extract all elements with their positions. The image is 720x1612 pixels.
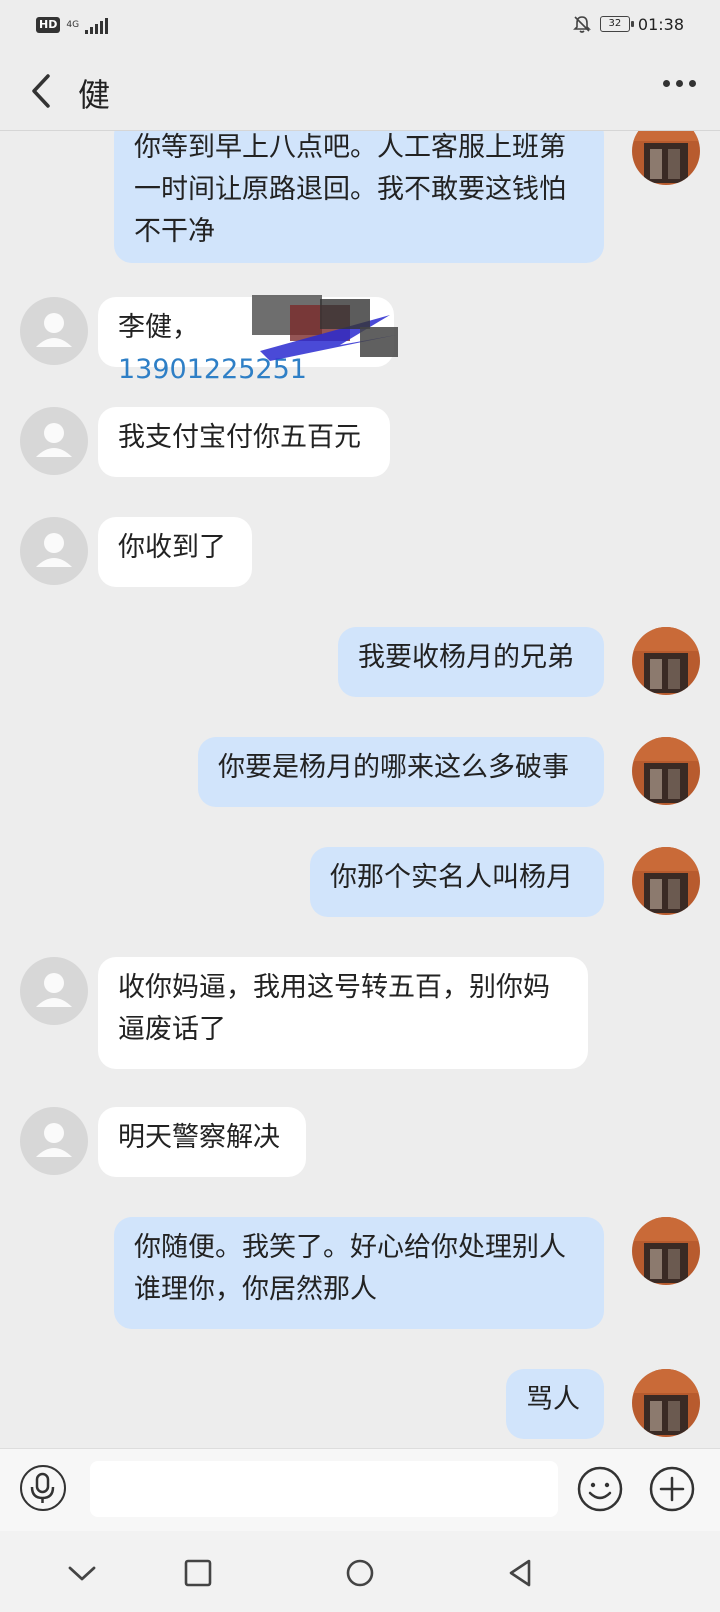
status-left: HD 4G xyxy=(36,16,109,34)
message-bubble[interactable]: 骂人 xyxy=(506,1369,604,1439)
microphone-icon[interactable] xyxy=(20,1465,66,1511)
smiley-icon[interactable] xyxy=(576,1465,624,1513)
more-horizontal-icon[interactable] xyxy=(663,80,696,87)
message-bubble[interactable]: 你要是杨月的哪来这么多破事 xyxy=(198,737,604,807)
input-bar xyxy=(0,1448,720,1531)
message-text: 我支付宝付你五百元 xyxy=(118,422,361,453)
contact-avatar[interactable] xyxy=(20,957,88,1025)
contact-avatar[interactable] xyxy=(20,407,88,475)
chat-header: 健 xyxy=(0,52,720,131)
status-right: 32 01:38 xyxy=(572,14,684,34)
bell-muted-icon xyxy=(572,16,591,33)
system-nav-bar xyxy=(0,1531,720,1612)
signal-icon xyxy=(85,16,109,34)
my-avatar[interactable] xyxy=(632,627,700,695)
plus-icon[interactable] xyxy=(648,1465,696,1513)
message-bubble[interactable]: 明天警察解决 xyxy=(98,1107,306,1177)
battery-icon: 32 xyxy=(599,16,634,32)
message-bubble[interactable]: 我要收杨月的兄弟 xyxy=(338,627,604,697)
message-input[interactable] xyxy=(90,1461,558,1517)
message-bubble[interactable]: 你那个实名人叫杨月 xyxy=(310,847,604,917)
contact-avatar[interactable] xyxy=(20,517,88,585)
my-avatar[interactable] xyxy=(632,737,700,805)
triangle-back-icon[interactable] xyxy=(500,1553,540,1593)
message-text: 我要收杨月的兄弟 xyxy=(358,642,574,673)
my-avatar[interactable] xyxy=(632,1369,700,1437)
message-text: 你要是杨月的哪来这么多破事 xyxy=(218,752,569,783)
message-bubble[interactable]: 收你妈逼，我用这号转五百，别你妈逼废话了 xyxy=(98,957,588,1069)
message-bubble[interactable]: 你等到早上八点吧。人工客服上班第一时间让原路退回。我不敢要这钱怕不干净 xyxy=(114,131,604,263)
my-avatar[interactable] xyxy=(632,847,700,915)
message-bubble[interactable]: 你收到了 xyxy=(98,517,252,587)
chevron-left-icon[interactable] xyxy=(28,72,58,110)
square-icon[interactable] xyxy=(178,1553,218,1593)
message-text: 收你妈逼，我用这号转五百，别你妈逼废话了 xyxy=(118,972,550,1045)
my-avatar[interactable] xyxy=(632,1217,700,1285)
message-text: 你随便。我笑了。好心给你处理别人谁理你，你居然那人 xyxy=(134,1232,566,1305)
message-text: 你收到了 xyxy=(118,532,226,563)
message-bubble[interactable]: 我支付宝付你五百元 xyxy=(98,407,390,477)
message-text: 骂人 xyxy=(526,1384,580,1415)
contact-name: 健 xyxy=(78,76,111,114)
network-type: 4G xyxy=(66,20,80,30)
message-text: 你等到早上八点吧。人工客服上班第一时间让原路退回。我不敢要这钱怕不干净 xyxy=(134,132,566,247)
message-text: 你那个实名人叫杨月 xyxy=(330,862,573,893)
message-text: 明天警察解决 xyxy=(118,1122,280,1153)
contact-avatar[interactable] xyxy=(20,297,88,365)
message-text: 李健， xyxy=(118,312,199,343)
contact-avatar[interactable] xyxy=(20,1107,88,1175)
circle-icon[interactable] xyxy=(340,1553,380,1593)
chevron-down-icon[interactable] xyxy=(62,1553,102,1593)
my-avatar[interactable] xyxy=(632,131,700,185)
message-list[interactable]: 你等到早上八点吧。人工客服上班第一时间让原路退回。我不敢要这钱怕不干净 李健，1… xyxy=(0,131,720,1447)
hd-badge: HD xyxy=(36,17,61,33)
redaction-scribble xyxy=(252,295,398,361)
status-bar: HD 4G 32 01:38 xyxy=(0,0,720,52)
status-time: 01:38 xyxy=(637,14,684,34)
message-bubble[interactable]: 你随便。我笑了。好心给你处理别人谁理你，你居然那人 xyxy=(114,1217,604,1329)
